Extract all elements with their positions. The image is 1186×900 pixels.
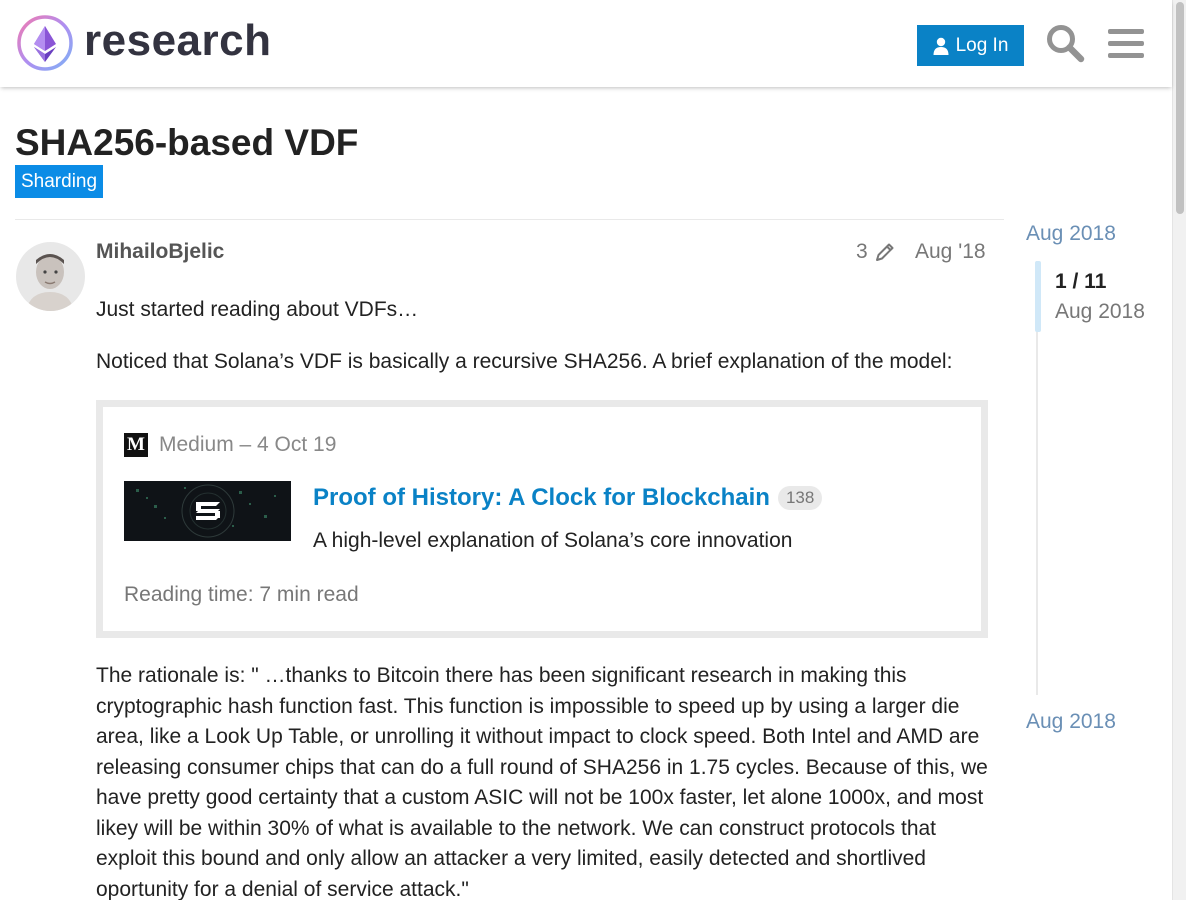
- pencil-icon: [875, 243, 894, 261]
- topic-title[interactable]: SHA256-based VDF: [15, 122, 358, 164]
- site-logo[interactable]: research: [16, 14, 271, 72]
- medium-icon: M: [124, 433, 148, 457]
- title-divider: [15, 219, 1004, 220]
- preview-source[interactable]: M Medium – 4 Oct 19: [124, 433, 336, 457]
- user-avatar[interactable]: [16, 242, 85, 311]
- scrollbar-thumb[interactable]: [1176, 2, 1184, 214]
- edit-count: 3: [856, 240, 868, 263]
- user-icon: [933, 37, 949, 55]
- preview-title[interactable]: Proof of History: A Clock for Blockchain…: [313, 484, 823, 512]
- preview-title-text: Proof of History: A Clock for Blockchain: [313, 484, 770, 511]
- timeline-position: 1 / 11: [1055, 270, 1107, 293]
- post-paragraph: Noticed that Solana’s VDF is basically a…: [96, 350, 953, 373]
- solana-thumbnail-image: [124, 481, 291, 541]
- hamburger-menu-icon: [1108, 29, 1144, 58]
- log-in-button[interactable]: Log In: [917, 25, 1024, 66]
- preview-description: A high-level explanation of Solana’s cor…: [313, 529, 793, 552]
- log-in-label: Log In: [955, 34, 1009, 56]
- preview-source-text: Medium – 4 Oct 19: [159, 433, 337, 456]
- ethereum-research-logo-icon: [17, 15, 73, 71]
- timeline-start-date[interactable]: Aug 2018: [1026, 222, 1116, 246]
- page-scrollbar[interactable]: [1172, 0, 1186, 900]
- hamburger-menu-button[interactable]: [1105, 22, 1147, 64]
- timeline-handle[interactable]: [1035, 261, 1041, 332]
- post-paragraph: Just started reading about VDFs…: [96, 298, 419, 321]
- search-icon: [1047, 25, 1085, 63]
- post-paragraph: The rationale is: " …thanks to Bitcoin t…: [96, 664, 988, 900]
- timeline-current-date: Aug 2018: [1055, 300, 1145, 323]
- link-click-count: 138: [777, 486, 823, 510]
- site-header: research Log In: [0, 0, 1172, 87]
- edit-history-button[interactable]: 3: [856, 240, 896, 264]
- preview-reading-time: Reading time: 7 min read: [124, 583, 359, 606]
- post-username[interactable]: MihailoBjelic: [96, 240, 224, 264]
- category-badge[interactable]: Sharding: [15, 165, 104, 198]
- avatar-image: [16, 242, 85, 311]
- logo-text: research: [84, 16, 272, 65]
- post-date[interactable]: Aug '18: [915, 240, 986, 264]
- search-button[interactable]: [1044, 22, 1086, 64]
- preview-thumbnail[interactable]: [124, 481, 291, 541]
- link-preview-card: M Medium – 4 Oct 19 Proof of History: A …: [96, 400, 988, 638]
- timeline-end-date[interactable]: Aug 2018: [1026, 710, 1116, 734]
